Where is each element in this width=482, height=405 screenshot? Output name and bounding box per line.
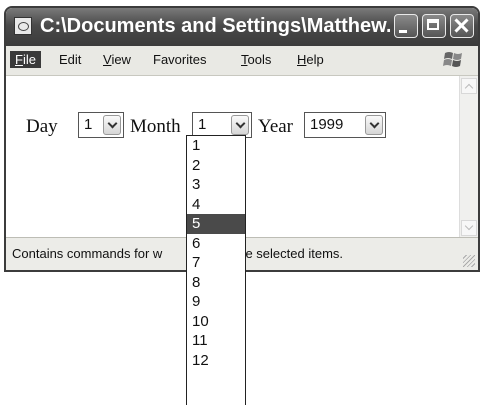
chevron-down-icon[interactable] xyxy=(231,115,249,135)
menu-file[interactable]: File xyxy=(10,51,41,68)
month-select-value: 1 xyxy=(198,116,207,133)
month-option[interactable]: 8 xyxy=(187,273,245,293)
month-option[interactable]: 10 xyxy=(187,312,245,332)
scroll-down-icon[interactable] xyxy=(461,220,477,236)
size-grip-icon[interactable] xyxy=(463,255,475,267)
year-select[interactable]: 1999 xyxy=(304,112,386,138)
chevron-down-icon[interactable] xyxy=(365,115,383,135)
month-option[interactable]: 7 xyxy=(187,253,245,273)
close-button[interactable] xyxy=(450,14,474,38)
year-label: Year xyxy=(258,116,294,137)
month-option[interactable]: 2 xyxy=(187,156,245,176)
menu-view[interactable]: View xyxy=(98,51,136,68)
month-option[interactable]: 12 xyxy=(187,351,245,371)
scroll-up-icon[interactable] xyxy=(461,78,477,94)
menu-help[interactable]: Help xyxy=(292,51,329,68)
app-icon[interactable] xyxy=(14,17,32,35)
windows-logo-icon xyxy=(443,52,462,67)
vertical-scrollbar[interactable] xyxy=(459,76,478,238)
month-option[interactable]: 6 xyxy=(187,234,245,254)
title-bar[interactable]: C:\Documents and Settings\Matthew... xyxy=(6,8,478,46)
month-option[interactable]: 5 xyxy=(187,214,245,234)
status-text: Contains commands for w ith the selected … xyxy=(12,246,344,261)
day-label: Day xyxy=(26,116,58,137)
menu-tools[interactable]: Tools xyxy=(236,51,276,68)
day-select-value: 1 xyxy=(84,116,93,133)
month-option[interactable]: 9 xyxy=(187,292,245,312)
menu-bar: File Edit View Favorites Tools Help xyxy=(6,46,478,76)
month-option[interactable]: 11 xyxy=(187,331,245,351)
month-option[interactable]: 1 xyxy=(187,136,245,156)
minimize-button[interactable] xyxy=(394,14,418,38)
menu-favorites[interactable]: Favorites xyxy=(148,51,211,68)
month-dropdown-list[interactable]: 1 2 3 4 5 6 7 8 9 10 11 12 xyxy=(186,135,246,405)
chevron-down-icon[interactable] xyxy=(103,115,121,135)
year-select-value: 1999 xyxy=(310,116,344,133)
month-label: Month xyxy=(130,116,181,137)
maximize-button[interactable] xyxy=(422,14,446,38)
menu-edit[interactable]: Edit xyxy=(54,51,86,68)
month-option[interactable]: 3 xyxy=(187,175,245,195)
window-title: C:\Documents and Settings\Matthew... xyxy=(40,15,390,37)
day-select[interactable]: 1 xyxy=(78,112,124,138)
month-option[interactable]: 4 xyxy=(187,195,245,215)
